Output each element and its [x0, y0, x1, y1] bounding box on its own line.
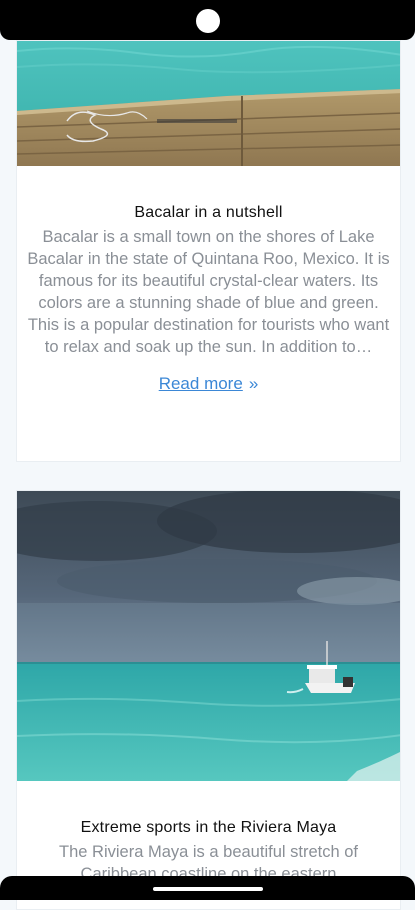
navigation-bar [0, 876, 415, 900]
status-bar [0, 0, 415, 40]
dock-lake-photo [17, 41, 400, 166]
read-more-label: Read more [158, 374, 243, 393]
post-image[interactable] [17, 491, 400, 781]
post-image[interactable] [17, 41, 400, 166]
boat-sea-photo [17, 491, 400, 781]
post-title[interactable]: Extreme sports in the Riviera Maya [17, 819, 400, 837]
post-excerpt: Bacalar is a small town on the shores of… [27, 228, 390, 356]
double-chevron-right-icon: » [248, 374, 259, 393]
read-more-link[interactable]: Read more » [17, 374, 400, 394]
home-indicator[interactable] [153, 887, 263, 891]
blog-card: Extreme sports in the Riviera Maya The R… [16, 490, 401, 910]
post-title[interactable]: Bacalar in a nutshell [17, 204, 400, 222]
front-camera [196, 9, 220, 33]
blog-card: Bacalar in a nutshell Bacalar is a small… [16, 40, 401, 462]
